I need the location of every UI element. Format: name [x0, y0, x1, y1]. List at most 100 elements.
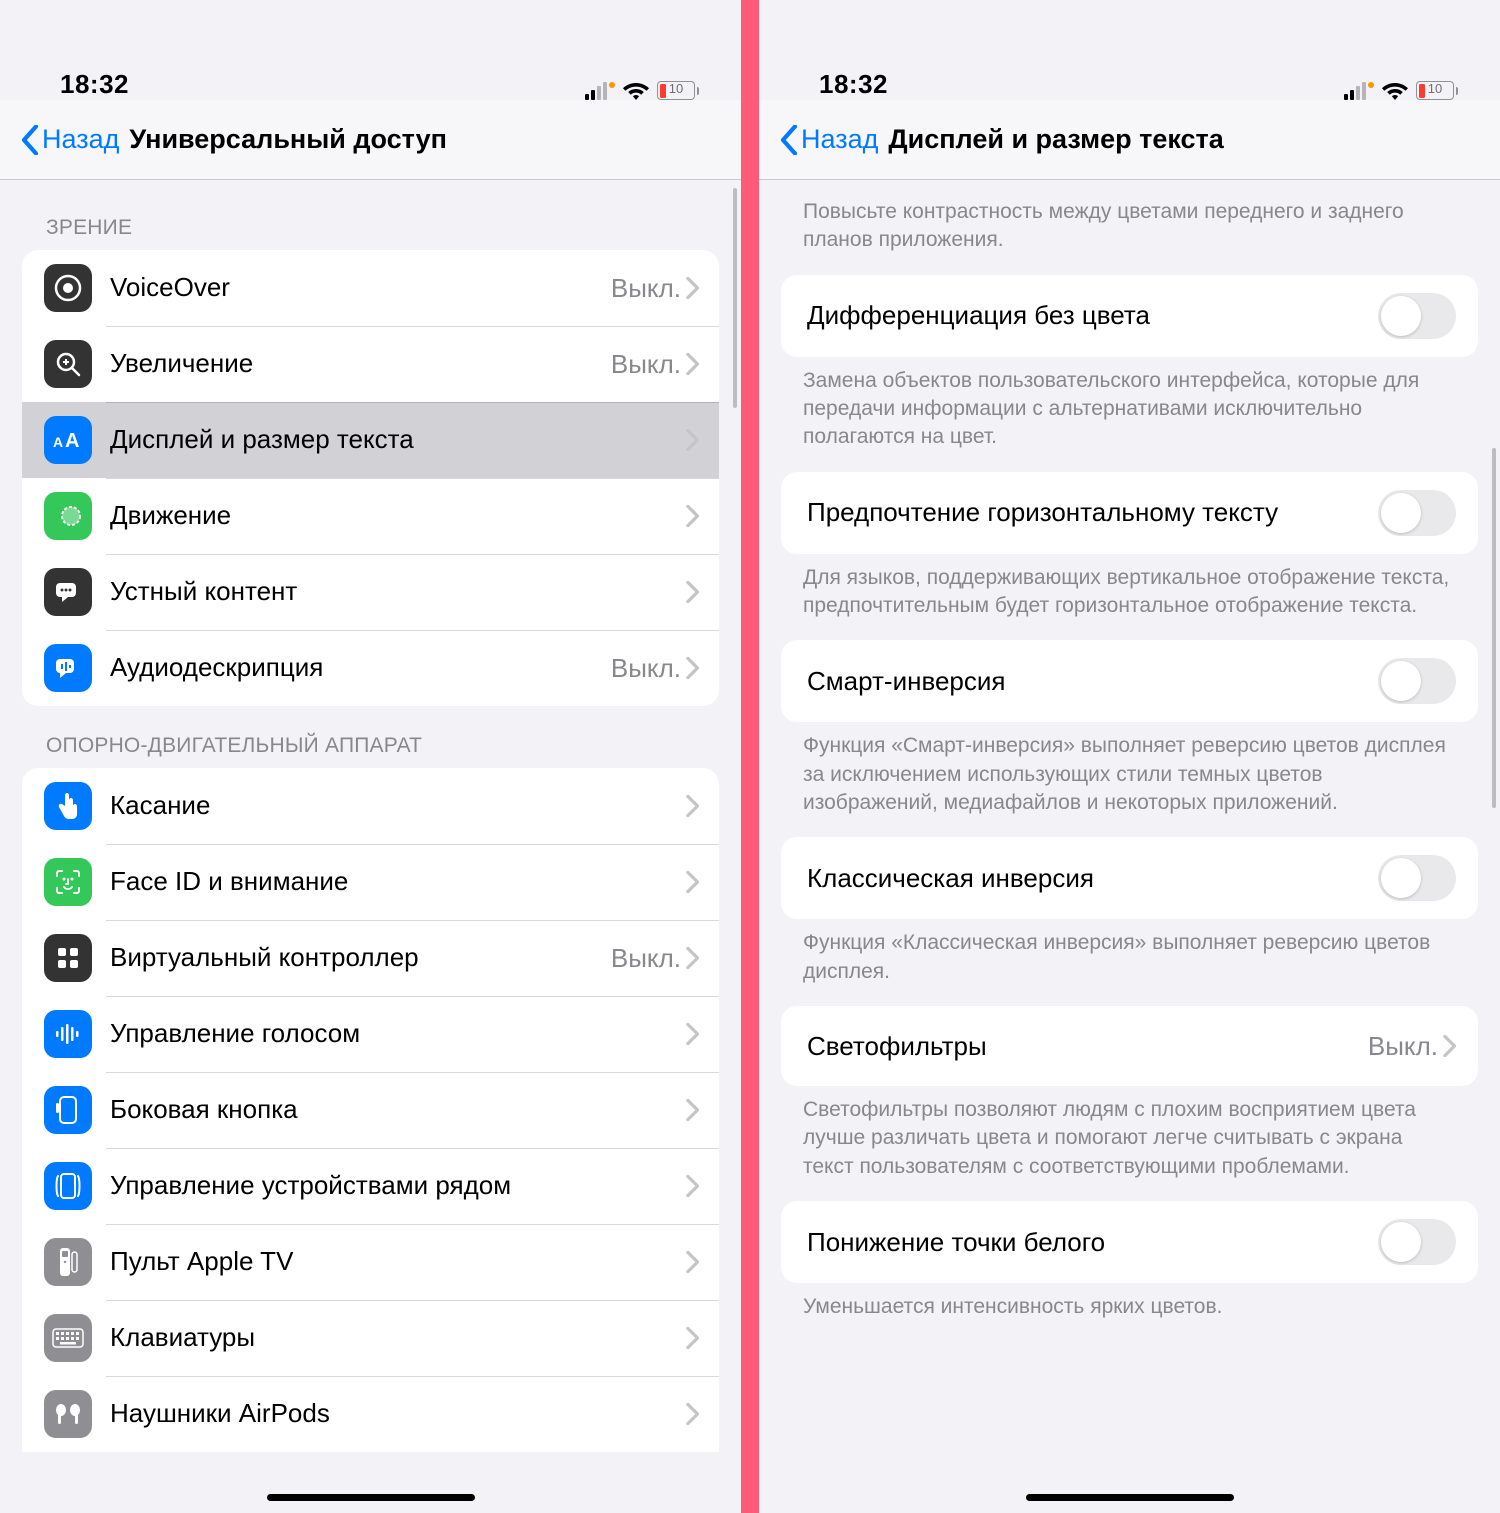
row-icon [44, 858, 92, 906]
chevron-right-icon [685, 1403, 699, 1425]
footer-text: Светофильтры позволяют людям с плохим во… [759, 1086, 1500, 1201]
row-voiceover[interactable]: VoiceOverВыкл. [22, 250, 719, 326]
footer-text: Замена объектов пользовательского интерф… [759, 357, 1500, 472]
row-касание[interactable]: Касание [22, 768, 719, 844]
group-светофильтры: СветофильтрыВыкл. [781, 1006, 1478, 1086]
chevron-right-icon [685, 505, 699, 527]
row-движение[interactable]: Движение [22, 478, 719, 554]
battery-icon: 10 [657, 81, 699, 100]
row-label: Наушники AirPods [110, 1398, 685, 1429]
row-icon [44, 1238, 92, 1286]
signal-dual-icon [585, 82, 615, 100]
row-label: Светофильтры [807, 1030, 1368, 1063]
back-button[interactable]: Назад [20, 124, 119, 155]
group-понижение-точки-белого: Понижение точки белого [781, 1201, 1478, 1283]
row-боковая-кнопка[interactable]: Боковая кнопка [22, 1072, 719, 1148]
row-управление-устройствами-рядом[interactable]: Управление устройствами рядом [22, 1148, 719, 1224]
group-vision: VoiceOverВыкл.УвеличениеВыкл.AAДисплей и… [22, 250, 719, 706]
footer-text: Функция «Смарт-инверсия» выполняет ревер… [759, 722, 1500, 837]
battery-icon: 10 [1416, 81, 1458, 100]
row-смарт-инверсия[interactable]: Смарт-инверсия [781, 640, 1478, 722]
row-пульт-apple-tv[interactable]: Пульт Apple TV [22, 1224, 719, 1300]
footer-text: Повысьте контрастность между цветами пер… [759, 188, 1500, 275]
signal-dual-icon [1344, 82, 1374, 100]
content-scroll[interactable]: Повысьте контрастность между цветами пер… [759, 188, 1500, 1513]
row-дифференциация-без-цвета[interactable]: Дифференциация без цвета [781, 275, 1478, 357]
row-предпочтение-горизонтальному-тексту[interactable]: Предпочтение горизонтальному тексту [781, 472, 1478, 554]
page-title: Универсальный доступ [129, 124, 447, 155]
nav-bar: Назад Дисплей и размер текста [759, 100, 1500, 180]
scrollbar[interactable] [733, 188, 737, 408]
row-label: Управление устройствами рядом [110, 1170, 685, 1201]
row-value: Выкл. [611, 349, 681, 380]
content-scroll[interactable]: ЗРЕНИЕ VoiceOverВыкл.УвеличениеВыкл.AAДи… [0, 188, 741, 1513]
row-label: VoiceOver [110, 272, 611, 303]
status-time: 18:32 [819, 69, 888, 100]
chevron-right-icon [685, 581, 699, 603]
chevron-right-icon [685, 353, 699, 375]
status-icons: 10 [1344, 81, 1458, 100]
scrollbar[interactable] [1492, 448, 1496, 808]
row-увеличение[interactable]: УвеличениеВыкл. [22, 326, 719, 402]
row-дисплей-и-размер-текста[interactable]: AAДисплей и размер текста [22, 402, 719, 478]
row-label: Предпочтение горизонтальному тексту [807, 496, 1378, 529]
row-label: Face ID и внимание [110, 866, 685, 897]
row-face-id-и-внимание[interactable]: Face ID и внимание [22, 844, 719, 920]
svg-text:A: A [53, 434, 63, 450]
row-label: Дифференциация без цвета [807, 299, 1378, 332]
row-управление-голосом[interactable]: Управление голосом [22, 996, 719, 1072]
home-indicator[interactable] [267, 1494, 475, 1501]
row-клавиатуры[interactable]: Клавиатуры [22, 1300, 719, 1376]
row-label: Клавиатуры [110, 1322, 685, 1353]
home-indicator[interactable] [1026, 1494, 1234, 1501]
row-наушники-airpods[interactable]: Наушники AirPods [22, 1376, 719, 1452]
toggle-switch[interactable] [1378, 293, 1456, 339]
row-icon [44, 492, 92, 540]
chevron-right-icon [685, 429, 699, 451]
row-icon [44, 1162, 92, 1210]
toggle-switch[interactable] [1378, 855, 1456, 901]
phone-accessibility: 18:32 10 Назад Универсальный доступ ЗРЕН… [0, 0, 741, 1513]
row-label: Устный контент [110, 576, 685, 607]
row-label: Дисплей и размер текста [110, 424, 685, 455]
chevron-left-icon [779, 125, 799, 155]
row-value: Выкл. [611, 273, 681, 304]
chevron-right-icon [685, 1251, 699, 1273]
row-icon [44, 264, 92, 312]
row-понижение-точки-белого[interactable]: Понижение точки белого [781, 1201, 1478, 1283]
row-icon [44, 1086, 92, 1134]
row-устный-контент[interactable]: Устный контент [22, 554, 719, 630]
row-классическая-инверсия[interactable]: Классическая инверсия [781, 837, 1478, 919]
status-bar: 18:32 10 [0, 28, 741, 100]
row-светофильтры[interactable]: СветофильтрыВыкл. [781, 1006, 1478, 1086]
chevron-right-icon [685, 1327, 699, 1349]
row-icon [44, 644, 92, 692]
toggle-switch[interactable] [1378, 1219, 1456, 1265]
row-label: Движение [110, 500, 685, 531]
wifi-icon [623, 81, 649, 100]
back-button[interactable]: Назад [779, 124, 878, 155]
row-label: Аудиодескрипция [110, 652, 611, 683]
toggle-switch[interactable] [1378, 658, 1456, 704]
group-предпочтение-горизонтальному-тексту: Предпочтение горизонтальному тексту [781, 472, 1478, 554]
toggle-switch[interactable] [1378, 490, 1456, 536]
row-виртуальный-контроллер[interactable]: Виртуальный контроллерВыкл. [22, 920, 719, 996]
row-label: Касание [110, 790, 685, 821]
section-header-motor: ОПОРНО-ДВИГАТЕЛЬНЫЙ АППАРАТ [0, 706, 741, 768]
row-icon [44, 1010, 92, 1058]
group-дифференциация-без-цвета: Дифференциация без цвета [781, 275, 1478, 357]
section-header-vision: ЗРЕНИЕ [0, 188, 741, 250]
row-icon [44, 340, 92, 388]
row-value: Выкл. [1368, 1031, 1438, 1062]
row-label: Управление голосом [110, 1018, 685, 1049]
chevron-right-icon [685, 657, 699, 679]
row-icon [44, 1314, 92, 1362]
row-icon [44, 568, 92, 616]
group-motor: Касание Face ID и внимание Виртуальный кон… [22, 768, 719, 1452]
footer-text: Функция «Классическая инверсия» выполняе… [759, 919, 1500, 1006]
row-аудиодескрипция[interactable]: АудиодескрипцияВыкл. [22, 630, 719, 706]
row-label: Классическая инверсия [807, 862, 1378, 895]
chevron-right-icon [1442, 1035, 1456, 1057]
group-смарт-инверсия: Смарт-инверсия [781, 640, 1478, 722]
chevron-right-icon [685, 1175, 699, 1197]
